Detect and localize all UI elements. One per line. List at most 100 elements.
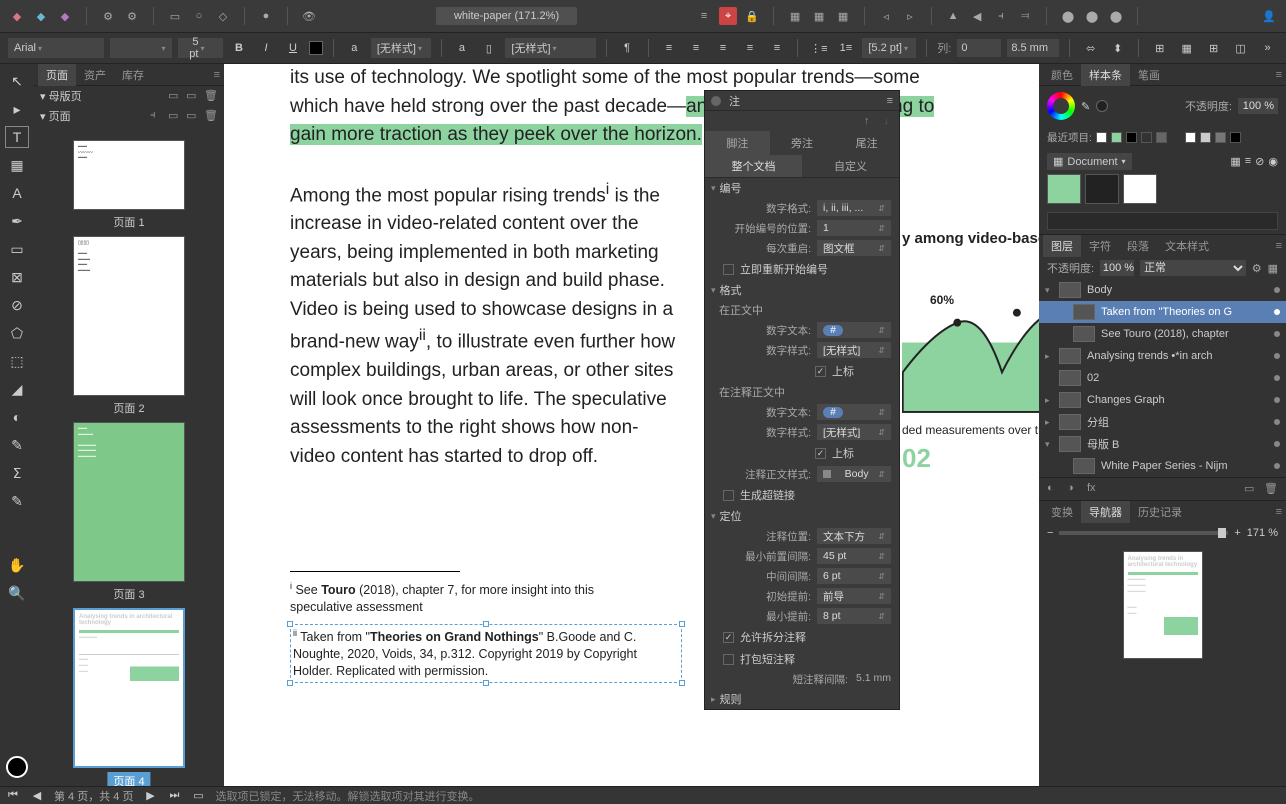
next-page-icon[interactable]: ▶ bbox=[143, 789, 157, 803]
layer-fx-icon[interactable]: fx bbox=[1087, 482, 1101, 496]
view-hand-tool-icon[interactable]: ✋ bbox=[5, 554, 29, 576]
swatch-palette-dropdown[interactable]: ▦ Document ▾ bbox=[1047, 153, 1132, 170]
flip-h-icon[interactable]: ▲ bbox=[944, 7, 962, 25]
panel-menu-icon[interactable]: ≡ bbox=[887, 95, 893, 107]
gutter-input[interactable] bbox=[1007, 39, 1059, 57]
columns-input[interactable] bbox=[957, 39, 1001, 57]
num-style-body-dropdown[interactable]: [无样式]⇵ bbox=[817, 342, 891, 358]
align-right-icon[interactable]: ≡ bbox=[712, 37, 733, 59]
min-gap-input[interactable]: 45 pt⇵ bbox=[817, 548, 891, 564]
frame-width-icon[interactable]: ⬄ bbox=[1080, 37, 1101, 59]
snapping-icon[interactable]: ⌖ bbox=[719, 7, 737, 25]
superscript-note-checkbox[interactable] bbox=[815, 448, 826, 459]
char-clear-icon[interactable]: ▯ bbox=[478, 37, 499, 59]
font-family-dropdown[interactable]: Arial▾ bbox=[8, 38, 104, 58]
account-icon[interactable]: 👤 bbox=[1260, 7, 1278, 25]
recent-swatch[interactable] bbox=[1215, 132, 1226, 143]
tab-footnote[interactable]: 脚注 bbox=[705, 131, 770, 155]
move-front-icon[interactable]: ▹ bbox=[901, 7, 919, 25]
page-thumb-2[interactable]: ▯▯▯▯━━━━━━━━━━━━━━ bbox=[73, 236, 185, 396]
layer-row[interactable]: Taken from "Theories on G bbox=[1039, 301, 1286, 323]
tab-assets[interactable]: 资产 bbox=[76, 64, 114, 86]
tab-endnote[interactable]: 尾注 bbox=[834, 131, 899, 155]
layer-mask-icon[interactable]: ◐ bbox=[1047, 482, 1061, 496]
secondary-color[interactable] bbox=[1096, 100, 1108, 112]
tab-color[interactable]: 颜色 bbox=[1043, 64, 1081, 86]
swatch-search-input[interactable] bbox=[1047, 212, 1278, 230]
picture-frame-tool-icon[interactable]: ⊠ bbox=[5, 266, 29, 288]
num-format-dropdown[interactable]: i, ii, iii, ...⇵ bbox=[817, 200, 891, 216]
zoom-tool-icon[interactable]: 🔍 bbox=[5, 582, 29, 604]
duplicate-page-icon[interactable]: ▭ bbox=[186, 109, 200, 123]
zoom-in-icon[interactable]: + bbox=[1234, 527, 1240, 539]
tab-paragraph[interactable]: 段落 bbox=[1119, 235, 1157, 257]
show-baseline-icon[interactable]: ▦ bbox=[1176, 37, 1197, 59]
publisher-persona-icon[interactable]: ◆ bbox=[8, 7, 26, 25]
layer-opacity-input[interactable] bbox=[1100, 260, 1134, 276]
recent-swatch[interactable] bbox=[1111, 132, 1122, 143]
page-thumb-3[interactable]: ━━━━━━━━━━━━━━━━━━━━━━━━━━ bbox=[73, 422, 185, 582]
delete-layer-icon[interactable]: 🗑 bbox=[1264, 482, 1278, 496]
vector-crop-tool-icon[interactable]: ⬚ bbox=[5, 350, 29, 372]
frame-fit-icon[interactable]: ◫ bbox=[1230, 37, 1251, 59]
underline-button[interactable]: U bbox=[282, 37, 303, 59]
restart-dropdown[interactable]: 图文框⇵ bbox=[817, 240, 891, 256]
ungroup-icon[interactable]: ▦ bbox=[810, 7, 828, 25]
duplicate-master-icon[interactable]: ▭ bbox=[186, 89, 200, 103]
num-text-note-input[interactable]: #⇵ bbox=[817, 404, 891, 420]
align-justify-icon[interactable]: ≡ bbox=[739, 37, 760, 59]
grid-icon[interactable]: ⊞ bbox=[1203, 37, 1224, 59]
ellipse-tool-icon[interactable]: ⊘ bbox=[5, 294, 29, 316]
page-thumb-4[interactable]: Analysing trends in architectural techno… bbox=[73, 608, 185, 768]
flip-v-icon[interactable]: ◀ bbox=[968, 7, 986, 25]
text-color-swatch[interactable] bbox=[309, 41, 322, 55]
eyedropper-tool-icon[interactable]: ⵉ bbox=[5, 462, 29, 484]
panel-menu-icon[interactable]: ≡ bbox=[1276, 506, 1282, 518]
tab-layers[interactable]: 图层 bbox=[1043, 235, 1081, 257]
arrange-icon[interactable]: ▦ bbox=[834, 7, 852, 25]
layer-row[interactable]: ▾母版 B bbox=[1039, 433, 1286, 455]
prev-page-icon[interactable]: ◀ bbox=[30, 789, 44, 803]
align-left-icon[interactable]: ⫞ bbox=[992, 7, 1010, 25]
spread-setup-icon[interactable]: ⫞ bbox=[150, 109, 164, 123]
shapes-tool-icon[interactable]: ⬠ bbox=[5, 322, 29, 344]
artistic-text-tool-icon[interactable]: A bbox=[5, 182, 29, 204]
node-tool-icon[interactable]: ▸ bbox=[5, 98, 29, 120]
swatch[interactable] bbox=[1047, 174, 1081, 204]
preview-mode-icon[interactable]: ▭ bbox=[191, 789, 205, 803]
tab-stock[interactable]: 库存 bbox=[114, 64, 152, 86]
swatch-view-icon[interactable]: ▦ bbox=[1230, 155, 1240, 168]
layer-row[interactable]: ▾Body bbox=[1039, 279, 1286, 301]
navigator-thumb[interactable]: Analysing trends in architectural techno… bbox=[1123, 551, 1203, 659]
color-wheel[interactable] bbox=[1047, 92, 1075, 120]
delete-master-icon[interactable]: 🗑 bbox=[204, 89, 218, 103]
layer-adjust-icon[interactable]: ◑ bbox=[1067, 482, 1081, 496]
tab-swatches[interactable]: 样本条 bbox=[1081, 64, 1130, 86]
first-page-icon[interactable]: ⏮ bbox=[6, 789, 20, 803]
align-right-icon[interactable]: ⫤ bbox=[1016, 7, 1034, 25]
layer-row[interactable]: White Paper Series - Nijm bbox=[1039, 455, 1286, 477]
align-center-icon[interactable]: ≡ bbox=[685, 37, 706, 59]
rectangle-tool-icon[interactable]: ▭ bbox=[5, 238, 29, 260]
circle-tool-icon[interactable]: ○ bbox=[190, 7, 208, 25]
pen-tool-icon[interactable]: ✒ bbox=[5, 210, 29, 232]
prev-note-icon[interactable]: ↑ bbox=[864, 115, 870, 127]
font-weight-dropdown[interactable]: ▾ bbox=[110, 38, 172, 58]
tab-sidenote[interactable]: 旁注 bbox=[770, 131, 835, 155]
eyedropper-icon[interactable]: ✎ bbox=[1081, 100, 1090, 113]
lock-icon[interactable]: 🔒 bbox=[743, 7, 761, 25]
align-left-icon[interactable]: ≡ bbox=[659, 37, 680, 59]
start-pos-input[interactable]: 1⇵ bbox=[817, 220, 891, 236]
swatch[interactable] bbox=[1085, 174, 1119, 204]
more-icon[interactable]: » bbox=[1257, 37, 1278, 59]
opacity-input[interactable] bbox=[1238, 98, 1278, 114]
swatch-list-icon[interactable]: ≡ bbox=[1245, 155, 1251, 168]
wrap-short-checkbox[interactable] bbox=[723, 654, 734, 665]
baseline-grid-icon[interactable]: ≡ bbox=[695, 7, 713, 25]
panel-menu-icon[interactable]: ≡ bbox=[214, 69, 220, 81]
mid-gap-input[interactable]: 6 pt⇵ bbox=[817, 568, 891, 584]
restart-now-checkbox[interactable] bbox=[723, 264, 734, 275]
align-justify-all-icon[interactable]: ≡ bbox=[766, 37, 787, 59]
add-layer-icon[interactable]: ▭ bbox=[1244, 482, 1258, 496]
layer-row[interactable]: ▸Analysing trends •*in arch bbox=[1039, 345, 1286, 367]
